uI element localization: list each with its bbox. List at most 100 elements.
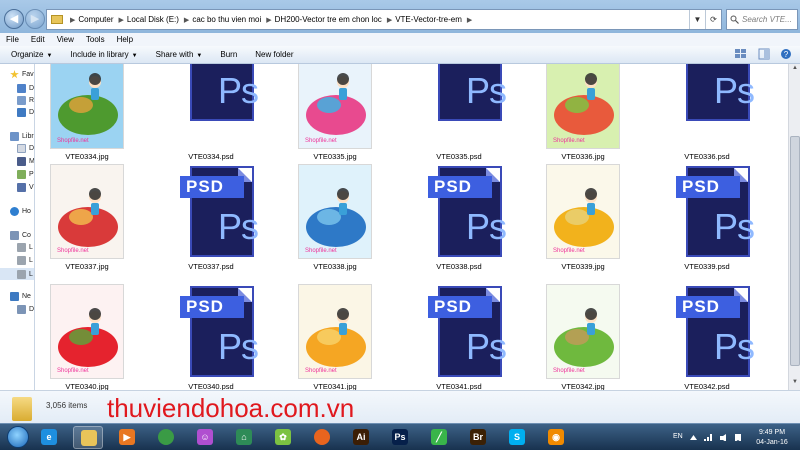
taskbar-bridge-button[interactable]: Br	[463, 426, 493, 449]
preview-pane-icon[interactable]	[758, 48, 770, 60]
menu-edit[interactable]: Edit	[31, 35, 45, 44]
taskbar-chrome-button[interactable]	[151, 426, 181, 449]
jpg-file-item[interactable]: Shopfile.net VTE0339.jpg	[534, 164, 632, 272]
taskbar-photoshop-button[interactable]: Ps	[385, 426, 415, 449]
breadcrumb-library-folder[interactable]: cac bo thu vien moi	[192, 15, 261, 24]
taskbar-app5-button[interactable]: ☺	[190, 426, 220, 449]
ps-glyph: Ps	[466, 206, 507, 247]
scrollbar-thumb[interactable]	[790, 136, 800, 366]
nav-music[interactable]: M	[17, 157, 34, 166]
psd-file-item[interactable]: PsPSD VTE0335.psd	[410, 64, 508, 162]
forward-button[interactable]: ▶	[25, 9, 45, 29]
nav-local-disk-c[interactable]: L	[17, 243, 33, 252]
jpg-file-item[interactable]: Shopfile.net VTE0342.jpg	[534, 284, 632, 390]
jpg-file-item[interactable]: Shopfile.net VTE0338.jpg	[286, 164, 384, 272]
volume-icon[interactable]	[720, 434, 727, 441]
nav-computer[interactable]: Co	[10, 231, 31, 240]
address-bar[interactable]: ▶ Computer ▶ Local Disk (E:) ▶ cac bo th…	[46, 9, 722, 30]
nav-videos[interactable]: V	[17, 183, 34, 192]
share-with-button[interactable]: Share with ▼	[156, 50, 203, 59]
psd-file-icon: Ps PSD	[676, 166, 755, 257]
computer-icon	[10, 231, 19, 240]
videos-icon	[17, 183, 26, 192]
refresh-button[interactable]: ⟳	[705, 10, 721, 29]
language-indicator[interactable]: EN	[673, 433, 683, 440]
show-hidden-icons-icon[interactable]	[690, 434, 697, 441]
nav-documents[interactable]: D	[17, 144, 34, 153]
start-button[interactable]	[7, 426, 29, 448]
psd-file-item[interactable]: Ps PSD VTE0339.psd	[658, 164, 756, 272]
image-thumbnail: Shopfile.net	[298, 64, 372, 149]
psd-file-item[interactable]: Ps PSD VTE0338.psd	[410, 164, 508, 272]
menu-help[interactable]: Help	[117, 35, 133, 44]
taskbar-ie-button[interactable]: e	[34, 426, 64, 449]
nav-local-disk-e[interactable]: L	[0, 268, 34, 280]
taskbar-illustrator-button[interactable]: Ai	[346, 426, 376, 449]
nav-network-device[interactable]: D	[17, 305, 34, 314]
vertical-scrollbar[interactable]: ▲ ▼	[788, 64, 800, 390]
menu-file[interactable]: File	[6, 35, 19, 44]
psd-file-item[interactable]: Ps PSD VTE0340.psd	[162, 284, 260, 390]
menu-tools[interactable]: Tools	[86, 35, 105, 44]
file-name-label: VTE0334.psd	[188, 152, 234, 161]
taskbar-explorer-button[interactable]	[73, 426, 103, 449]
burn-button[interactable]: Burn	[220, 50, 237, 59]
psd-file-item[interactable]: Ps PSD VTE0341.psd	[410, 284, 508, 390]
media-icon: ▶	[119, 429, 135, 445]
nav-favorites[interactable]: Fav	[10, 70, 34, 79]
history-dropdown-button[interactable]: ▼	[689, 10, 705, 29]
taskbar-media-button[interactable]: ▶	[112, 426, 142, 449]
breadcrumb-vector-folder[interactable]: DH200-Vector tre em chon loc	[275, 15, 382, 24]
include-in-library-button[interactable]: Include in library ▼	[70, 50, 137, 59]
breadcrumb-computer[interactable]: Computer	[78, 15, 113, 24]
jpg-file-item[interactable]: Shopfile.net VTE0337.jpg	[38, 164, 136, 272]
search-icon	[730, 15, 739, 24]
file-name-label: VTE0337.jpg	[65, 262, 109, 271]
taskbar-app11-button[interactable]: ╱	[424, 426, 454, 449]
ps-glyph: Ps	[218, 70, 259, 111]
taskbar-app6-button[interactable]: ⌂	[229, 426, 259, 449]
breadcrumb-local-disk[interactable]: Local Disk (E:)	[127, 15, 179, 24]
jpg-file-item[interactable]: Shopfile.net VTE0341.jpg	[286, 284, 384, 390]
psd-file-item[interactable]: PsPSD VTE0336.psd	[658, 64, 756, 162]
psd-file-item[interactable]: Ps PSD VTE0337.psd	[162, 164, 260, 272]
help-icon[interactable]: ?	[780, 48, 792, 60]
scroll-up-arrow-icon[interactable]: ▲	[790, 65, 800, 75]
back-button[interactable]: ◀	[4, 9, 24, 29]
clock-time: 9:49 PM	[758, 429, 786, 436]
new-folder-button[interactable]: New folder	[255, 50, 293, 59]
scroll-down-arrow-icon[interactable]: ▼	[790, 379, 800, 389]
jpg-file-item[interactable]: Shopfile.net VTE0336.jpg	[534, 64, 632, 162]
taskbar-app14-button[interactable]: ◉	[541, 426, 571, 449]
moon-illustration	[306, 308, 366, 367]
nav-desktop[interactable]: D	[17, 84, 34, 93]
nav-pictures[interactable]: P	[17, 170, 34, 179]
nav-homegroup[interactable]: Ho	[10, 207, 31, 216]
taskbar-skype-button[interactable]: S	[502, 426, 532, 449]
thumbnail-watermark: Shopfile.net	[305, 138, 337, 144]
jpg-file-item[interactable]: Shopfile.net VTE0334.jpg	[38, 64, 136, 162]
nav-libraries[interactable]: Libr	[10, 132, 34, 141]
jpg-file-item[interactable]: Shopfile.net VTE0340.jpg	[38, 284, 136, 390]
jpg-file-item[interactable]: Shopfile.net VTE0335.jpg	[286, 64, 384, 162]
nav-downloads[interactable]: D	[17, 108, 34, 117]
site-watermark: thuviendohoa.com.vn	[107, 393, 355, 423]
snail-illustration	[554, 308, 614, 367]
breadcrumb-current-folder[interactable]: VTE-Vector-tre-em	[395, 15, 462, 24]
system-clock[interactable]: 9:49 PM 04-Jan-16	[750, 428, 794, 448]
recent-places-icon	[17, 96, 26, 105]
ie-icon: e	[41, 429, 57, 445]
taskbar-firefox-button[interactable]	[307, 426, 337, 449]
taskbar-app7-button[interactable]: ✿	[268, 426, 298, 449]
nav-network[interactable]: Ne	[10, 292, 31, 301]
nav-recent[interactable]: R	[17, 96, 34, 105]
organize-button[interactable]: Organize ▼	[11, 50, 52, 59]
change-view-icon[interactable]	[734, 48, 748, 60]
psd-file-item[interactable]: PsPSD VTE0334.psd	[162, 64, 260, 162]
nav-local-disk-d[interactable]: L	[17, 256, 33, 265]
menu-view[interactable]: View	[57, 35, 74, 44]
psd-file-item[interactable]: Ps PSD VTE0342.psd	[658, 284, 756, 390]
network-status-icon[interactable]	[704, 434, 713, 441]
chrome-icon	[158, 429, 174, 445]
action-center-icon[interactable]	[734, 434, 741, 441]
